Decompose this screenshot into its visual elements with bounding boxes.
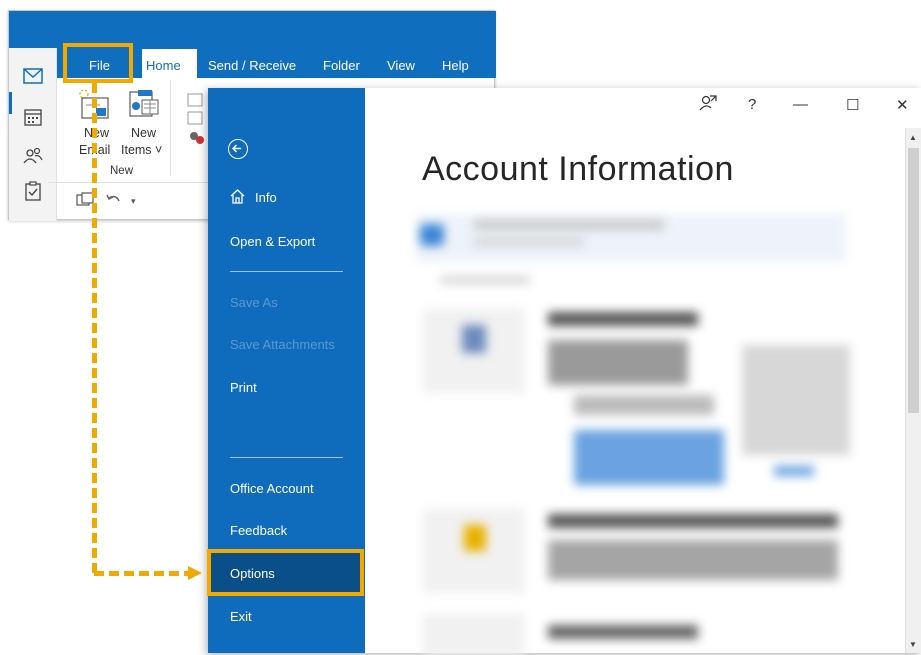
annotation-arrowhead [188, 566, 202, 580]
people-icon[interactable] [22, 146, 44, 168]
mailbox-settings-heading-blurred [548, 625, 698, 639]
automatic-replies-icon-blurred [464, 525, 486, 551]
ribbon-group-label-new: New [110, 165, 134, 177]
account-text-blurred [474, 220, 664, 230]
help-button[interactable]: ? [748, 96, 756, 113]
tab-home[interactable]: Home [146, 58, 181, 73]
minimize-button[interactable]: — [793, 96, 808, 113]
backstage-save-attachments: Save Attachments [230, 337, 335, 352]
rail-selection-indicator [9, 92, 12, 114]
annotation-dashed-line [92, 83, 97, 573]
calendar-icon[interactable] [22, 108, 44, 130]
account-icon-blurred [420, 224, 444, 246]
page-title: Account Information [422, 150, 734, 188]
undo-icon[interactable] [106, 193, 122, 212]
new-items-label-line1: New [131, 126, 157, 140]
navigation-rail [9, 48, 57, 221]
close-button[interactable]: ✕ [896, 96, 909, 114]
backstage-exit[interactable]: Exit [230, 609, 252, 624]
sidebar-separator [230, 271, 343, 272]
annotation-dashed-line [94, 571, 190, 576]
mailbox-settings-tile-blurred [424, 615, 524, 655]
scroll-down-icon[interactable]: ▼ [909, 640, 917, 649]
qat-customize-icon[interactable]: ▾ [131, 196, 136, 207]
scroll-up-icon[interactable]: ▲ [909, 133, 917, 142]
change-photo-link-blurred [774, 466, 814, 476]
account-text-blurred [474, 238, 584, 246]
file-tab-highlight [63, 43, 133, 83]
tasks-icon[interactable] [22, 181, 44, 203]
ribbon-delete-group-partial [186, 90, 208, 180]
coauthor-icon[interactable] [699, 94, 717, 117]
profile-photo-blurred [742, 345, 850, 455]
backstage-info[interactable]: Info [255, 190, 277, 205]
tab-help[interactable]: Help [442, 58, 469, 73]
ribbon-group-divider [170, 80, 171, 176]
account-settings-icon-blurred [462, 325, 486, 353]
tab-folder[interactable]: Folder [323, 58, 360, 73]
scrollbar-thumb[interactable] [908, 148, 919, 413]
sidebar-separator [230, 457, 343, 458]
account-settings-desc-blurred [548, 340, 688, 385]
automatic-replies-tile-blurred [424, 510, 524, 592]
backstage-save-as: Save As [230, 295, 278, 310]
automatic-replies-desc-blurred [548, 540, 838, 580]
account-settings-links-blurred [574, 430, 724, 485]
account-settings-bullet-blurred [574, 395, 714, 415]
mail-icon[interactable] [22, 68, 44, 90]
backstage-office-account[interactable]: Office Account [230, 481, 314, 496]
maximize-button[interactable]: ☐ [846, 96, 859, 114]
home-icon [229, 188, 246, 209]
new-items-label-line2: Items ˅ [121, 143, 163, 157]
add-account-blurred [440, 276, 530, 284]
tab-view[interactable]: View [387, 58, 415, 73]
automatic-replies-heading-blurred [548, 514, 838, 528]
back-arrow-icon[interactable] [228, 139, 248, 159]
tab-send-receive[interactable]: Send / Receive [208, 58, 296, 73]
backstage-print[interactable]: Print [230, 380, 257, 395]
account-settings-heading-blurred [548, 312, 698, 326]
new-items-icon[interactable] [124, 88, 160, 125]
options-highlight-box [207, 549, 364, 596]
backstage-open-export[interactable]: Open & Export [230, 234, 315, 249]
backstage-feedback[interactable]: Feedback [230, 523, 287, 538]
